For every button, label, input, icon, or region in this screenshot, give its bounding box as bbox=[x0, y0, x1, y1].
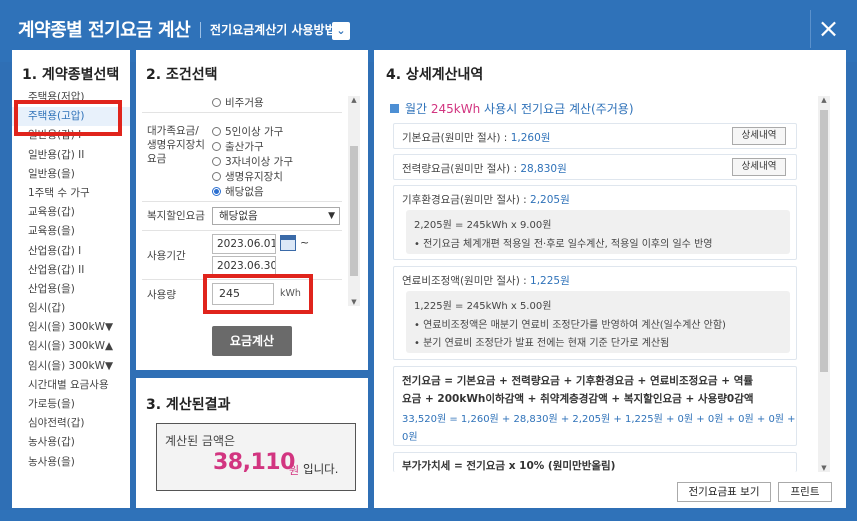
radio-icon bbox=[212, 142, 221, 151]
detail-subheading: 월간 245kWh 사용시 전기요금 계산(주거용) bbox=[390, 100, 634, 117]
detail-panel-heading: 4. 상세계산내역 bbox=[386, 67, 484, 83]
page-title: 계약종별 전기요금 계산 bbox=[18, 20, 191, 41]
contract-panel-heading: 1. 계약종별선택 bbox=[22, 67, 120, 83]
list-item[interactable]: 1주택 수 가구 bbox=[12, 184, 130, 203]
radio-checked-icon bbox=[212, 187, 221, 196]
list-item[interactable]: 교육용(을) bbox=[12, 222, 130, 241]
condition-panel-heading: 2. 조건선택 bbox=[146, 67, 218, 83]
welfare-select[interactable]: 해당없음 ▼ bbox=[212, 207, 340, 225]
result-amount: 38,110 bbox=[213, 450, 295, 475]
calendar-icon[interactable] bbox=[280, 235, 296, 251]
welfare-label: 복지할인요금 bbox=[147, 210, 205, 222]
list-item[interactable]: 산업용(갑) I bbox=[12, 242, 130, 261]
start-date-input[interactable]: 2023.06.01 bbox=[212, 234, 276, 254]
list-item[interactable]: 가로등(을) bbox=[12, 395, 130, 414]
list-item[interactable]: 농사용(갑) bbox=[12, 433, 130, 452]
list-item[interactable]: 일반용(갑) II bbox=[12, 146, 130, 165]
scroll-up-icon[interactable]: ▲ bbox=[348, 96, 360, 104]
formula-line: 전기요금 = 기본요금 + 전력량요금 + 기후환경요금 + 연료비조정요금 +… bbox=[402, 375, 754, 387]
fuel-note: • 연료비조정액은 매분기 연료비 조정단가를 반영하여 계산(일수계산 안함) bbox=[414, 320, 726, 331]
result-unit: 원 bbox=[289, 464, 300, 477]
base-detail-button[interactable]: 상세내역 bbox=[732, 127, 786, 145]
divider bbox=[142, 230, 342, 231]
radio-5-person[interactable]: 5인이상 가구 bbox=[212, 124, 283, 139]
end-date-input[interactable]: 2023.06.30 bbox=[212, 256, 276, 276]
fuel-adjustment-box: 연료비조정액(원미만 절사) : 1,225원 1,225원 = 245kWh … bbox=[393, 266, 797, 360]
usage-label: 사용량 bbox=[147, 289, 176, 301]
radio-birth[interactable]: 출산가구 bbox=[212, 139, 264, 154]
list-item[interactable]: 시간대별 요금사용 bbox=[12, 376, 130, 395]
energy-charge-row: 전력량요금(원미만 절사) : 28,830원 상세내역 bbox=[393, 154, 797, 180]
vat-box: 부가가치세 = 전기요금 x 10% (원미만반올림) bbox=[393, 452, 797, 472]
formula-values: 0원 bbox=[402, 432, 418, 443]
energy-detail-button[interactable]: 상세내역 bbox=[732, 158, 786, 176]
detail-scrollbar[interactable]: ▲ ▼ bbox=[818, 96, 830, 472]
calculate-button[interactable]: 요금계산 bbox=[212, 326, 292, 356]
list-item[interactable]: 심야전력(갑) bbox=[12, 414, 130, 433]
scroll-down-icon[interactable]: ▼ bbox=[348, 298, 360, 306]
result-label: 계산된 금액은 bbox=[165, 434, 236, 448]
close-button[interactable]: × bbox=[810, 10, 846, 48]
scrollbar-thumb[interactable] bbox=[350, 146, 358, 276]
radio-icon bbox=[212, 172, 221, 181]
title-separator bbox=[200, 22, 201, 38]
chevron-down-icon: ▼ bbox=[328, 211, 335, 221]
divider bbox=[142, 112, 342, 113]
list-item[interactable]: 교육용(갑) bbox=[12, 203, 130, 222]
radio-icon bbox=[212, 127, 221, 136]
scrollbar-thumb[interactable] bbox=[820, 110, 828, 372]
radio-non-residential[interactable]: 비주거용 bbox=[212, 95, 264, 110]
climate-charge-box: 기후환경요금(원미만 절사) : 2,205원 2,205원 = 245kWh … bbox=[393, 185, 797, 260]
scroll-up-icon[interactable]: ▲ bbox=[818, 96, 830, 104]
rate-table-button[interactable]: 전기요금표 보기 bbox=[677, 482, 771, 502]
climate-calc-box: 2,205원 = 245kWh x 9.00원 • 전기요금 체계개편 적용일 … bbox=[406, 210, 790, 254]
list-item[interactable]: 산업용(갑) II bbox=[12, 261, 130, 280]
base-charge-row: 기본요금(원미만 절사) : 1,260원 상세내역 bbox=[393, 123, 797, 149]
result-panel: 3. 계산된결과 계산된 금액은 38,110 원 입니다. bbox=[136, 378, 368, 508]
footer-strip bbox=[0, 510, 857, 521]
help-link[interactable]: 전기요금계산기 사용방법 bbox=[210, 21, 336, 38]
radio-none[interactable]: 해당없음 bbox=[212, 184, 264, 199]
chevron-down-icon[interactable]: ⌄ bbox=[332, 22, 350, 40]
square-bullet-icon bbox=[390, 104, 399, 113]
list-item[interactable]: 농사용(을) bbox=[12, 453, 130, 472]
list-item[interactable]: 일반용(을) bbox=[12, 165, 130, 184]
radio-life-support[interactable]: 생명유지장치 bbox=[212, 169, 283, 184]
vat-line: 부가가치세 = 전기요금 x 10% (원미만반올림) bbox=[402, 460, 616, 472]
result-box: 계산된 금액은 38,110 원 입니다. bbox=[156, 423, 356, 491]
radio-3-children[interactable]: 3자녀이상 가구 bbox=[212, 154, 293, 169]
highlight-box-contract bbox=[14, 100, 122, 136]
formula-line: 요금 + 200kWh이하감액 + 취약계층경감액 + 복지할인요금 + 사용량… bbox=[402, 393, 754, 405]
fuel-calc: 1,225원 = 245kWh x 5.00원 bbox=[414, 301, 552, 312]
list-item[interactable]: 임시(을) 300kW▼ bbox=[12, 357, 130, 376]
family-discount-label: 대가족요금/ 생명유지장치 요금 bbox=[147, 125, 205, 165]
list-item[interactable]: 임시(을) 300kW▼ bbox=[12, 318, 130, 337]
result-panel-heading: 3. 계산된결과 bbox=[146, 397, 231, 413]
divider bbox=[142, 201, 342, 202]
radio-icon bbox=[212, 157, 221, 166]
condition-scrollbar[interactable]: ▲ ▼ bbox=[348, 96, 360, 306]
print-button[interactable]: 프린트 bbox=[778, 482, 832, 502]
period-label: 사용기간 bbox=[147, 250, 186, 262]
list-item[interactable]: 임시(갑) bbox=[12, 299, 130, 318]
fuel-note: • 분기 연료비 조정단가 발표 전에는 현재 기준 단가로 계산됨 bbox=[414, 338, 670, 349]
climate-note: • 전기요금 체계개편 적용일 전·후로 일수계산, 적용일 이후의 일수 반영 bbox=[414, 239, 713, 250]
formula-values: 33,520원 = 1,260원 + 28,830원 + 2,205원 + 1,… bbox=[402, 414, 796, 425]
fuel-calc-box: 1,225원 = 245kWh x 5.00원 • 연료비조정액은 매분기 연료… bbox=[406, 291, 790, 353]
scroll-down-icon[interactable]: ▼ bbox=[818, 464, 830, 472]
range-tilde: ~ bbox=[300, 236, 310, 249]
formula-box: 전기요금 = 기본요금 + 전력량요금 + 기후환경요금 + 연료비조정요금 +… bbox=[393, 366, 797, 446]
contract-type-list: 주택용(저압) 주택용(고압) 일반용(갑) I 일반용(갑) II 일반용(을… bbox=[12, 88, 130, 472]
highlight-box-usage bbox=[203, 274, 313, 314]
climate-calc: 2,205원 = 245kWh x 9.00원 bbox=[414, 220, 552, 231]
list-item[interactable]: 임시(을) 300kW▲ bbox=[12, 337, 130, 356]
result-tail: 입니다. bbox=[303, 462, 339, 476]
list-item[interactable]: 산업용(을) bbox=[12, 280, 130, 299]
radio-icon bbox=[212, 98, 221, 107]
